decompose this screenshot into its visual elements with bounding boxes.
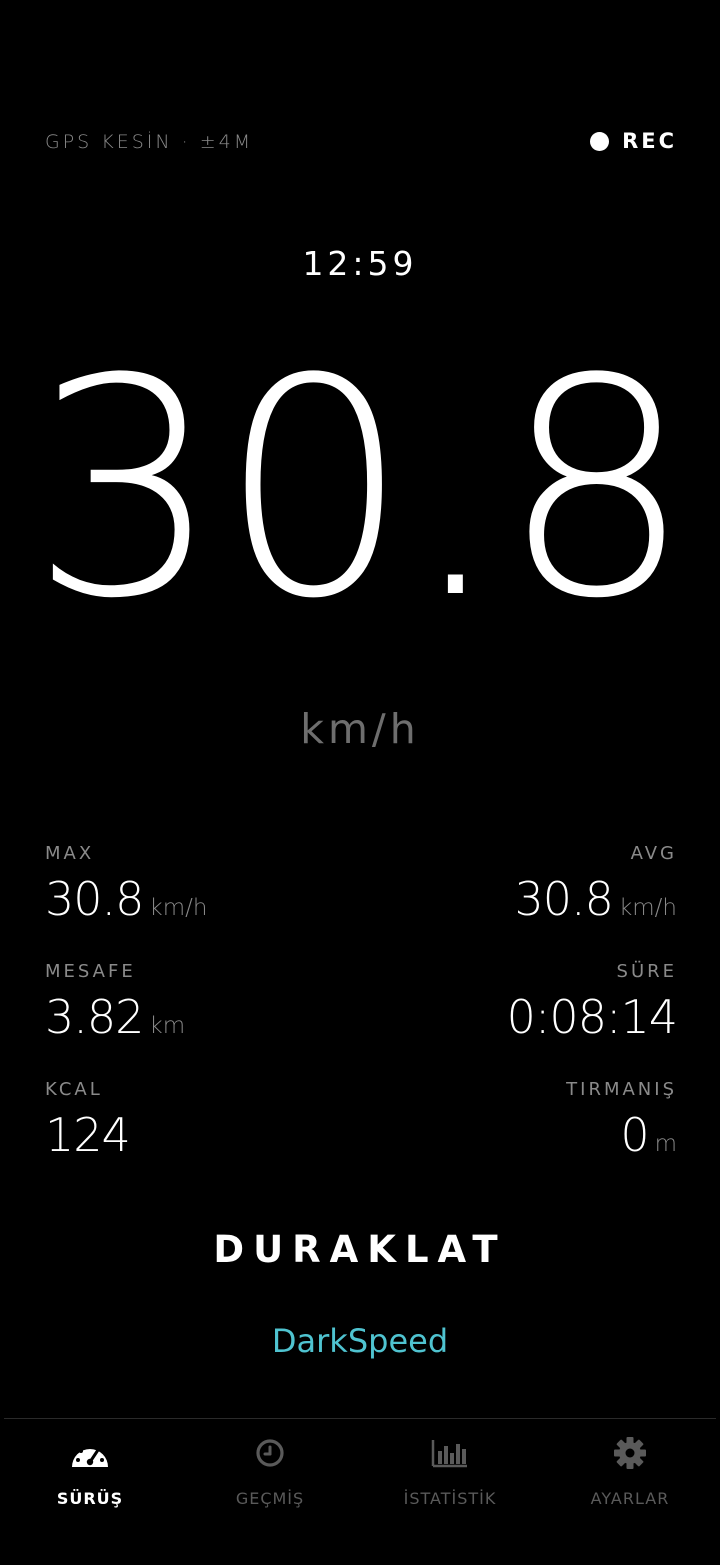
stat-duration-label: SÜRE [616,961,677,982]
tab-settings[interactable]: AYARLAR [540,1419,720,1565]
stat-climb-label: TIRMANIŞ [566,1079,677,1100]
tab-stats[interactable]: İSTATİSTİK [360,1419,540,1565]
stat-kcal: KCAL 124 [45,1079,345,1162]
current-speed: 30.8 [30,315,692,664]
tab-settings-label: AYARLAR [590,1489,670,1508]
rec-label: REC [622,129,677,153]
stat-duration-value: 0:08:14 [506,990,678,1044]
stat-max: MAX 30.8 km/h [45,843,345,926]
pause-button[interactable]: DURAKLAT [0,1228,720,1271]
clock: 12:59 [302,244,418,283]
recording-indicator: REC [590,129,677,153]
stat-max-unit: km/h [149,895,208,921]
bottom-nav: SÜRÜŞ GEÇMİŞ İSTATİSTİK AYARLAR [0,1419,720,1565]
tab-stats-label: İSTATİSTİK [403,1489,497,1508]
stat-climb-unit: m [654,1131,677,1157]
rec-dot-icon [590,131,610,151]
gps-status: GPS KESİN · ±4M [45,131,254,153]
speed-unit: km/h [300,705,420,753]
stat-kcal-value: 124 [45,1108,131,1162]
speedometer-icon [72,1445,108,1467]
stat-distance: MESAFE 3.82 km [45,961,345,1044]
tab-history[interactable]: GEÇMİŞ [180,1419,360,1565]
stat-avg-label: AVG [630,843,677,864]
stat-climb-value: 0m [620,1108,677,1162]
stat-distance-label: MESAFE [45,961,136,982]
stat-duration: SÜRE 0:08:14 [377,961,678,1044]
gear-icon [614,1437,646,1469]
stat-distance-unit: km [149,1013,186,1039]
bar-chart-icon [431,1440,467,1468]
tab-history-label: GEÇMİŞ [235,1489,305,1508]
tab-drive-label: SÜRÜŞ [56,1489,124,1508]
stat-avg-value: 30.8 km/h [514,872,677,926]
clock-icon [256,1439,284,1467]
stat-kcal-label: KCAL [45,1079,103,1100]
stat-distance-value: 3.82 km [45,990,186,1044]
stat-climb: TIRMANIŞ 0m [377,1079,677,1162]
stat-avg: AVG 30.8 km/h [377,843,677,926]
tab-drive[interactable]: SÜRÜŞ [0,1419,180,1565]
brand-logo: DarkSpeed [271,1322,449,1360]
stat-avg-unit: km/h [618,895,677,921]
stat-max-label: MAX [45,843,95,864]
stat-max-value: 30.8 km/h [45,872,208,926]
